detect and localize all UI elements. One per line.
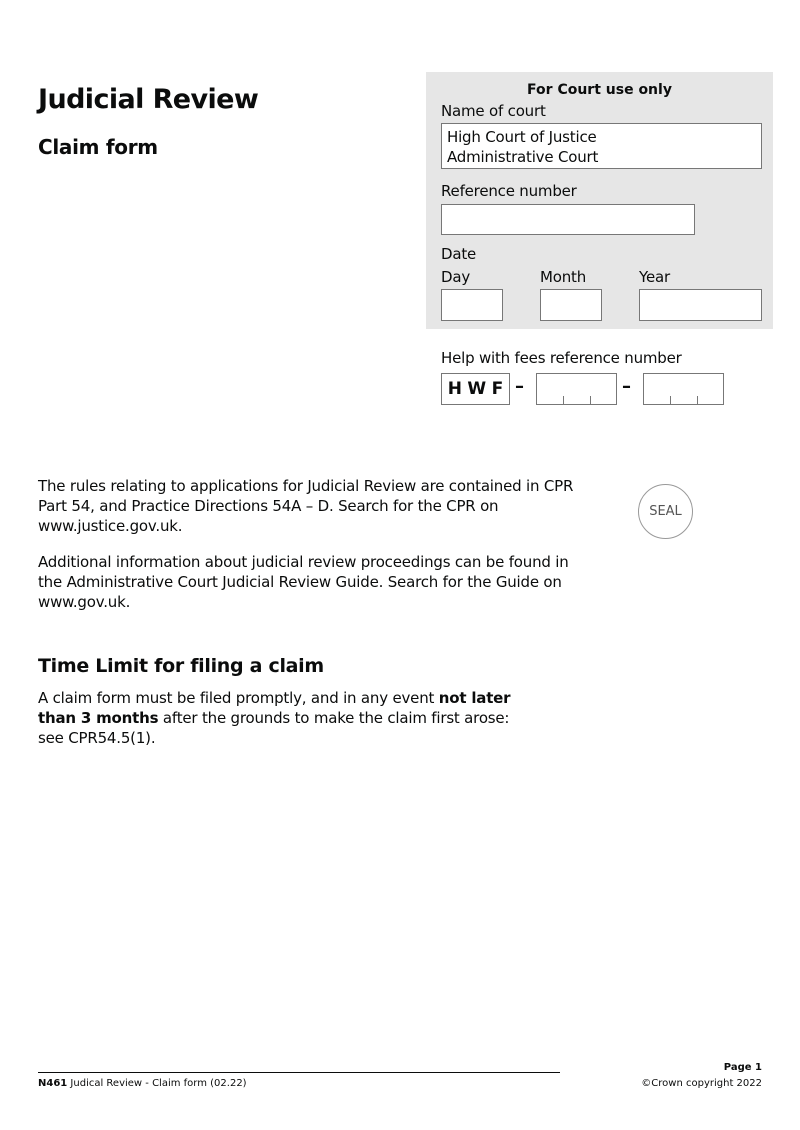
day-field[interactable] [441,289,503,321]
hwf-seg1-cell[interactable] [589,374,616,404]
footer-divider [38,1072,560,1073]
form-title: Judical Review - Claim form (02.22) [67,1078,247,1089]
month-field[interactable] [540,289,602,321]
hwf-prefix-box: H W F [441,373,510,405]
rules-paragraph: The rules relating to applications for J… [38,477,574,535]
hwf-seg2-cell[interactable] [696,374,723,404]
name-of-court-label: Name of court [441,102,546,120]
hwf-letter-w: W [467,379,487,399]
page-title: Judicial Review [38,84,259,115]
time-limit-text-1: A claim form must be filed promptly, and… [38,689,439,707]
date-label: Date [441,245,477,263]
page-number: Page 1 [723,1062,762,1073]
court-name-line-1: High Court of Justice [447,128,597,146]
hwf-segment-2[interactable] [643,373,724,405]
court-use-heading: For Court use only [527,82,672,98]
reference-number-label: Reference number [441,182,577,200]
court-name-line-2: Administrative Court [447,148,599,166]
year-label: Year [639,268,670,286]
court-use-panel: For Court use only Name of court High Co… [426,72,773,329]
page-subtitle: Claim form [38,135,158,159]
time-limit-heading: Time Limit for filing a claim [38,655,324,677]
hwf-separator-1: – [515,376,524,397]
copyright: ©Crown copyright 2022 [641,1078,762,1089]
seal-stamp: SEAL [638,484,693,539]
hwf-seg1-cell[interactable] [537,374,563,404]
day-label: Day [441,268,471,286]
month-label: Month [540,268,587,286]
footer-form-id: N461 Judical Review - Claim form (02.22) [38,1078,247,1089]
time-limit-paragraph: A claim form must be filed promptly, and… [38,688,538,748]
hwf-segment-1[interactable] [536,373,617,405]
hwf-label: Help with fees reference number [441,349,682,367]
hwf-letter-h: H [447,379,462,399]
hwf-letter-f: F [491,379,504,399]
reference-number-field[interactable] [441,204,695,235]
name-of-court-field[interactable]: High Court of Justice Administrative Cou… [441,123,762,169]
form-code: N461 [38,1078,68,1089]
seal-label: SEAL [649,504,682,519]
hwf-seg1-cell[interactable] [563,374,589,404]
hwf-separator-2: – [622,376,631,397]
year-field[interactable] [639,289,762,321]
hwf-seg2-cell[interactable] [670,374,696,404]
hwf-seg2-cell[interactable] [644,374,670,404]
guide-paragraph: Additional information about judicial re… [38,553,569,611]
